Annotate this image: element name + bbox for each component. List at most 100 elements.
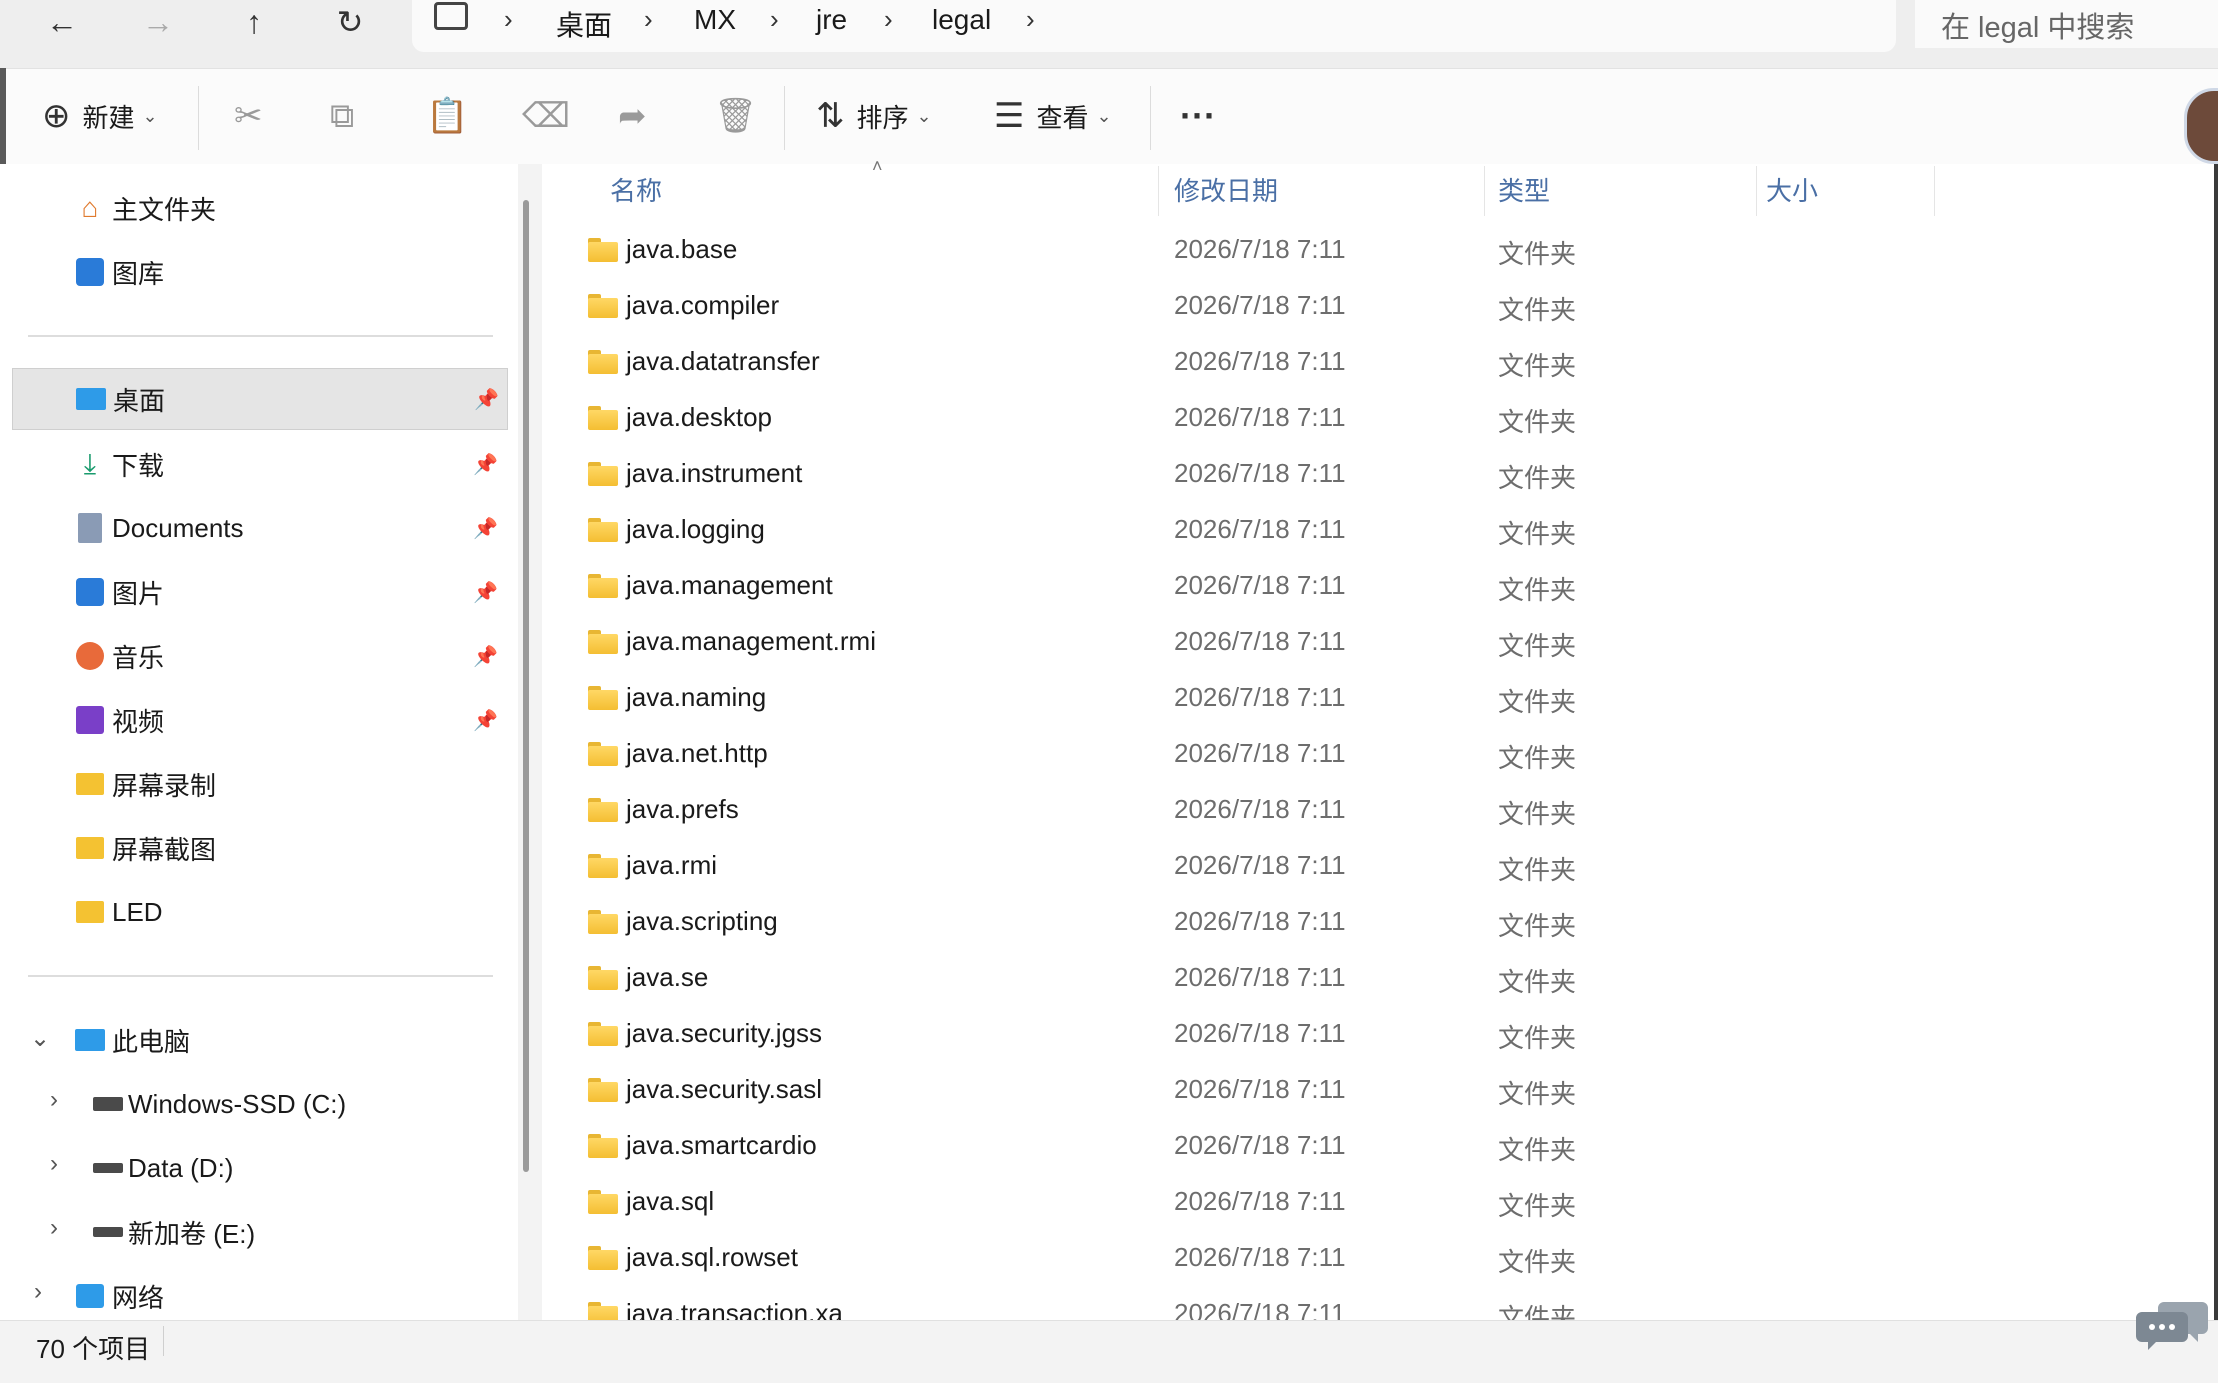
paste-button[interactable]: 📋 xyxy=(426,68,468,164)
file-date: 2026/7/18 7:11 xyxy=(1174,234,1346,264)
pin-icon[interactable]: 📌 xyxy=(473,580,498,605)
breadcrumb-item[interactable]: legal xyxy=(932,4,991,36)
refresh-icon[interactable]: ↻ xyxy=(322,0,378,50)
file-row[interactable]: java.instrument 2026/7/18 7:11 文件夹 xyxy=(580,448,1780,504)
file-row[interactable]: java.transaction.xa 2026/7/18 7:11 文件夹 xyxy=(580,1288,1780,1320)
file-row[interactable]: java.naming 2026/7/18 7:11 文件夹 xyxy=(580,672,1780,728)
sidebar-item-downloads[interactable]: ⤓ 下载 📌 xyxy=(12,434,506,494)
chevron-right-icon[interactable]: › xyxy=(644,4,653,35)
sidebar-item-videos[interactable]: 视频 📌 xyxy=(12,690,506,750)
sidebar-item-screen-recordings[interactable]: 屏幕录制 xyxy=(12,754,506,814)
sort-button[interactable]: ⇅ 排序 ⌄ xyxy=(816,68,932,164)
sidebar-item-label: 屏幕录制 xyxy=(112,770,217,801)
cut-button[interactable]: ✂ xyxy=(234,68,263,164)
file-row[interactable]: java.logging 2026/7/18 7:11 文件夹 xyxy=(580,504,1780,560)
sidebar-item-drive-c[interactable]: Windows-SSD (C:) xyxy=(12,1074,506,1134)
pin-icon[interactable]: 📌 xyxy=(474,387,499,412)
file-row[interactable]: java.scripting 2026/7/18 7:11 文件夹 xyxy=(580,896,1780,952)
column-header-date[interactable]: 修改日期 xyxy=(1174,171,1278,208)
breadcrumb-item[interactable]: MX xyxy=(694,4,736,36)
view-button[interactable]: ☰ 查看 ⌄ xyxy=(994,68,1112,164)
chevron-right-icon[interactable]: › xyxy=(504,4,513,35)
column-header-type[interactable]: 类型 xyxy=(1498,171,1550,208)
column-header-name[interactable]: 名称 xyxy=(610,171,662,208)
file-row[interactable]: java.rmi 2026/7/18 7:11 文件夹 xyxy=(580,840,1780,896)
rename-button[interactable]: ⌫ xyxy=(522,68,570,164)
sidebar-item-home[interactable]: ⌂ 主文件夹 xyxy=(12,178,506,238)
file-type: 文件夹 xyxy=(1498,239,1577,269)
copy-button[interactable]: ⧉ xyxy=(330,68,354,164)
sidebar-item-screenshots[interactable]: 屏幕截图 xyxy=(12,818,506,878)
new-button[interactable]: ⊕ 新建 ⌄ xyxy=(42,68,158,164)
share-button[interactable]: ➦ xyxy=(618,68,647,164)
pin-icon[interactable]: 📌 xyxy=(473,708,498,733)
download-icon: ⤓ xyxy=(83,447,97,479)
chevron-right-icon[interactable]: › xyxy=(770,4,779,35)
breadcrumb[interactable] xyxy=(412,0,1896,52)
chevron-right-icon[interactable]: › xyxy=(1026,4,1035,35)
file-row[interactable]: java.sql.rowset 2026/7/18 7:11 文件夹 xyxy=(580,1232,1780,1288)
sidebar-item-music[interactable]: 音乐 📌 xyxy=(12,626,506,686)
view-label: 查看 xyxy=(1036,102,1089,133)
file-row[interactable]: java.smartcardio 2026/7/18 7:11 文件夹 xyxy=(580,1120,1780,1176)
file-row[interactable]: java.se 2026/7/18 7:11 文件夹 xyxy=(580,952,1780,1008)
file-row[interactable]: java.prefs 2026/7/18 7:11 文件夹 xyxy=(580,784,1780,840)
delete-button[interactable]: 🗑 xyxy=(714,68,757,164)
sidebar-item-this-pc[interactable]: 此电脑 xyxy=(12,1010,506,1070)
pin-icon[interactable]: 📌 xyxy=(473,516,498,541)
file-type: 文件夹 xyxy=(1498,351,1577,381)
file-name: java.management xyxy=(626,570,833,600)
file-row[interactable]: java.security.jgss 2026/7/18 7:11 文件夹 xyxy=(580,1008,1780,1064)
breadcrumb-item[interactable]: 桌面 xyxy=(556,4,612,44)
chevron-down-icon: ⌄ xyxy=(1096,105,1112,126)
sidebar-item-label: LED xyxy=(112,896,163,927)
file-row[interactable]: java.desktop 2026/7/18 7:11 文件夹 xyxy=(580,392,1780,448)
column-divider[interactable] xyxy=(1934,166,1935,216)
home-icon: ⌂ xyxy=(81,192,99,223)
file-date: 2026/7/18 7:11 xyxy=(1174,514,1346,544)
sidebar-item-pictures[interactable]: 图片 📌 xyxy=(12,562,506,622)
file-row[interactable]: java.base 2026/7/18 7:11 文件夹 xyxy=(580,224,1780,280)
up-icon[interactable]: ↑ xyxy=(226,0,282,50)
column-divider[interactable] xyxy=(1484,166,1485,216)
breadcrumb-item[interactable]: jre xyxy=(816,4,847,36)
sidebar-item-desktop[interactable]: 桌面 📌 xyxy=(12,368,508,430)
file-date: 2026/7/18 7:11 xyxy=(1174,458,1346,488)
pin-icon[interactable]: 📌 xyxy=(473,644,498,669)
sidebar-item-drive-e[interactable]: 新加卷 (E:) xyxy=(12,1202,506,1262)
more-options-button[interactable]: ··· xyxy=(1180,68,1216,164)
column-header-size[interactable]: 大小 xyxy=(1766,171,1818,208)
file-date: 2026/7/18 7:11 xyxy=(1174,794,1346,824)
file-name: java.sql xyxy=(626,1186,715,1216)
back-icon[interactable]: ← xyxy=(34,0,90,50)
file-row[interactable]: java.net.http 2026/7/18 7:11 文件夹 xyxy=(580,728,1780,784)
file-row[interactable]: java.management 2026/7/18 7:11 文件夹 xyxy=(580,560,1780,616)
sidebar-item-gallery[interactable]: 图库 xyxy=(12,242,506,302)
file-date: 2026/7/18 7:11 xyxy=(1174,1242,1346,1272)
column-divider[interactable] xyxy=(1756,166,1757,216)
chevron-right-icon[interactable]: › xyxy=(884,4,893,35)
file-row[interactable]: java.sql 2026/7/18 7:11 文件夹 xyxy=(580,1176,1780,1232)
sidebar-item-drive-d[interactable]: Data (D:) xyxy=(12,1138,506,1198)
copy-icon: ⧉ xyxy=(330,96,355,135)
file-row[interactable]: java.datatransfer 2026/7/18 7:11 文件夹 xyxy=(580,336,1780,392)
folder-icon xyxy=(588,238,618,262)
file-type: 文件夹 xyxy=(1498,463,1577,493)
file-row[interactable]: java.management.rmi 2026/7/18 7:11 文件夹 xyxy=(580,616,1780,672)
search-input[interactable]: 在 legal 中搜索 xyxy=(1915,0,2218,48)
drive-icon xyxy=(92,1216,124,1248)
sidebar-item-led[interactable]: LED xyxy=(12,882,506,942)
file-type: 文件夹 xyxy=(1498,855,1577,885)
sidebar-item-network[interactable]: 网络 xyxy=(12,1266,506,1326)
file-date: 2026/7/18 7:11 xyxy=(1174,626,1346,656)
this-pc-icon[interactable] xyxy=(434,2,468,30)
file-row[interactable]: java.security.sasl 2026/7/18 7:11 文件夹 xyxy=(580,1064,1780,1120)
sidebar-item-documents[interactable]: Documents 📌 xyxy=(12,498,506,558)
forward-icon[interactable]: → xyxy=(130,0,186,50)
file-row[interactable]: java.compiler 2026/7/18 7:11 文件夹 xyxy=(580,280,1780,336)
file-date: 2026/7/18 7:11 xyxy=(1174,402,1346,432)
sidebar-scrollbar[interactable] xyxy=(523,200,529,1172)
column-divider[interactable] xyxy=(1158,166,1159,216)
pin-icon[interactable]: 📌 xyxy=(473,452,498,477)
folder-icon xyxy=(588,518,618,542)
